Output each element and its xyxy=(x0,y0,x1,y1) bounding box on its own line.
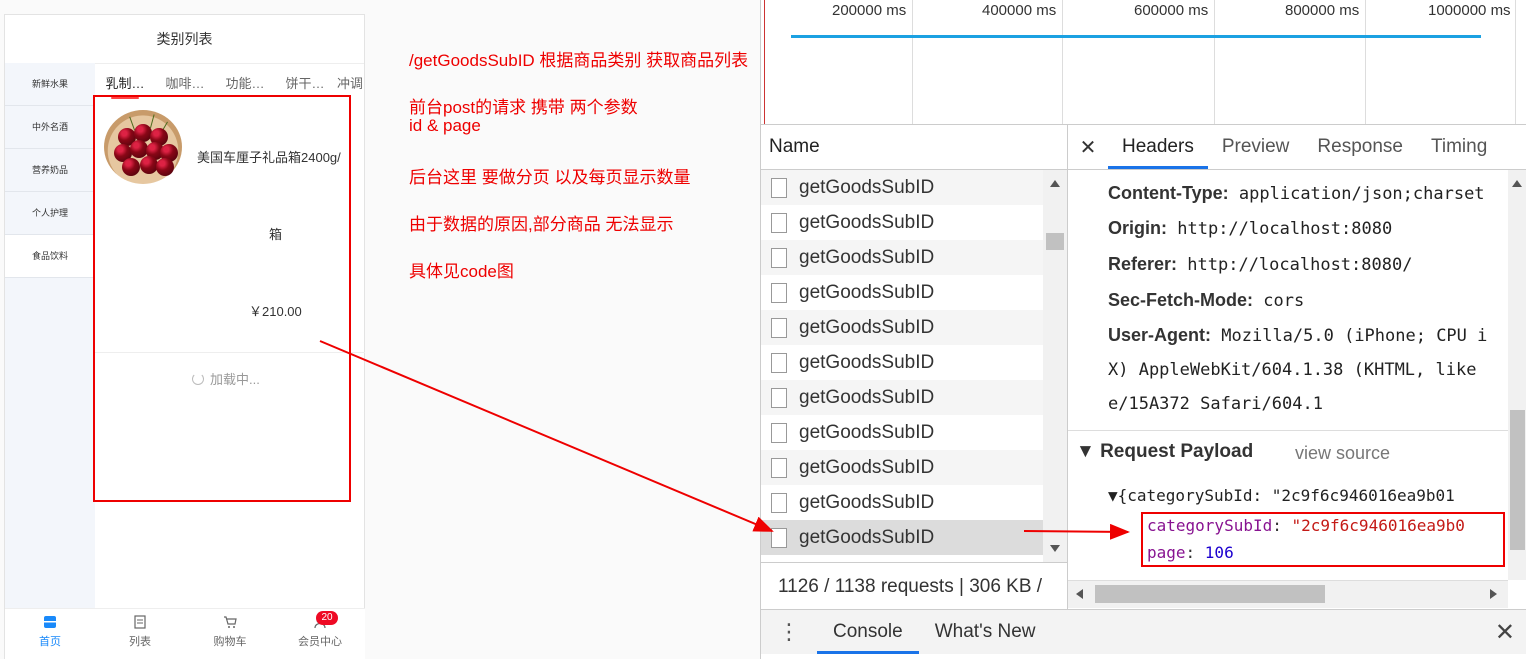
annotation-arrows xyxy=(319,340,1130,540)
arrow-request-to-payload xyxy=(1023,523,1130,540)
arrow-phone-to-request xyxy=(319,340,774,532)
